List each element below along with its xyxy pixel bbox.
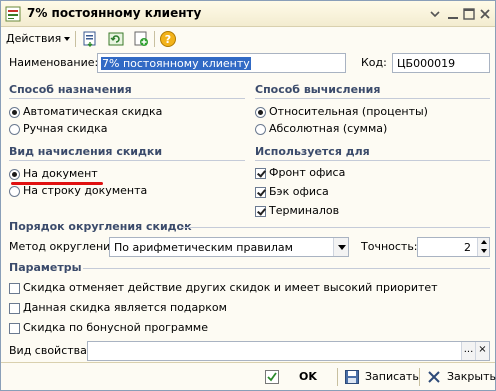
dropdown-arrow-icon[interactable] (333, 238, 348, 256)
precision-value: 2 (464, 241, 471, 254)
name-input[interactable]: 7% постоянному клиенту (97, 53, 346, 73)
radio-relative-percent[interactable] (255, 107, 266, 118)
close-label: Закрыть (447, 370, 496, 383)
window-menu-icon[interactable] (427, 6, 443, 22)
radio-absolute-sum[interactable] (255, 124, 266, 135)
ok-label: OK (299, 370, 317, 383)
spin-up-icon[interactable] (477, 238, 489, 247)
terminals-label: Терминалов (269, 204, 340, 217)
rounding-method-select[interactable]: По арифметическим правилам (109, 237, 349, 257)
section-divider (181, 227, 490, 228)
help-icon[interactable]: ? (159, 30, 177, 48)
ellipsis-label: ... (463, 344, 474, 355)
back-office-label: Бэк офиса (269, 185, 329, 198)
footer-separator (337, 368, 338, 386)
title-bar: 7% постоянному клиенту (1, 1, 495, 27)
section-divider (9, 98, 245, 99)
radio-on-document[interactable] (9, 169, 20, 180)
close-x-icon (428, 371, 440, 383)
close-button[interactable]: Закрыть (427, 367, 496, 387)
window-title: 7% постоянному клиенту (27, 6, 202, 20)
checkbox-terminals[interactable] (255, 206, 266, 217)
toolbar-separator (154, 31, 155, 47)
manual-discount-label: Ручная скидка (23, 122, 108, 135)
code-input[interactable]: ЦБ000019 (392, 53, 490, 73)
assign-method-title: Способ назначения (9, 83, 132, 96)
relative-percent-label: Относительная (проценты) (269, 105, 428, 118)
save-button[interactable]: Записать (345, 367, 419, 387)
accrual-type-title: Вид начисления скидки (9, 145, 163, 158)
section-divider (83, 268, 490, 269)
toolbar-separator (75, 31, 76, 47)
rounding-title: Порядок округления скидок (9, 220, 192, 233)
params-title: Параметры (9, 261, 82, 274)
section-divider (255, 98, 490, 99)
on-document-label: На документ (23, 167, 98, 180)
radio-auto-discount[interactable] (9, 107, 20, 118)
radio-on-document-line[interactable] (9, 186, 20, 197)
footer-separator (419, 368, 420, 386)
checkbox-overrides-other-discounts[interactable] (9, 283, 20, 294)
precision-input[interactable]: 2 (417, 237, 490, 257)
checkbox-front-office[interactable] (255, 168, 266, 179)
actions-label: Действия (6, 32, 62, 45)
svg-text:?: ? (165, 33, 171, 46)
code-label: Код: (361, 56, 387, 69)
save-floppy-icon (345, 370, 359, 384)
close-icon[interactable] (477, 6, 493, 22)
maximize-icon[interactable] (461, 6, 477, 22)
section-divider (255, 160, 490, 161)
bonus-program-label: Скидка по бонусной программе (23, 321, 208, 334)
save-to-parent-icon[interactable] (81, 30, 99, 48)
refresh-icon[interactable] (107, 30, 125, 48)
radio-manual-discount[interactable] (9, 124, 20, 135)
minimize-icon[interactable] (445, 6, 461, 22)
is-gift-label: Данная скидка является подарком (23, 301, 227, 314)
ok-check-icon (265, 370, 279, 384)
checkbox-back-office[interactable] (255, 187, 266, 198)
add-copy-icon[interactable] (132, 30, 150, 48)
actions-menu[interactable]: Действия (6, 30, 71, 48)
front-office-label: Фронт офиса (269, 166, 346, 179)
clear-button[interactable]: × (475, 342, 489, 360)
select-button[interactable]: ... (461, 342, 475, 360)
code-value: ЦБ000019 (397, 57, 456, 70)
chevron-down-icon (64, 37, 71, 41)
clear-label: × (478, 344, 487, 355)
1c-app-icon (5, 6, 21, 22)
section-divider (9, 160, 245, 161)
calc-method-title: Способ вычисления (255, 83, 381, 96)
absolute-sum-label: Абсолютная (сумма) (269, 122, 388, 135)
checkbox-bonus-program[interactable] (9, 323, 20, 334)
rounding-method-label: Метод округления: (9, 240, 121, 253)
on-document-line-label: На строку документа (23, 184, 148, 197)
precision-label: Точность: (361, 240, 418, 253)
property-kind-label: Вид свойства: (9, 344, 91, 357)
dialog-window: 7% постоянному клиенту Действия ? Наимен… (0, 0, 496, 391)
property-kind-input[interactable]: ... × (87, 341, 490, 361)
overrides-other-discounts-label: Скидка отменяет действие других скидок и… (23, 281, 438, 294)
ok-button[interactable]: OK (265, 367, 321, 387)
toolbar: Действия ? (1, 27, 495, 51)
rounding-method-value: По арифметическим правилам (114, 241, 293, 254)
checkbox-is-gift[interactable] (9, 303, 20, 314)
spin-down-icon[interactable] (477, 247, 489, 256)
auto-discount-label: Автоматическая скидка (23, 105, 163, 118)
used-for-title: Используется для (255, 145, 370, 158)
footer-divider (1, 362, 495, 363)
save-label: Записать (365, 370, 419, 383)
name-label: Наименование: (9, 56, 99, 69)
name-value: 7% постоянному клиенту (101, 57, 251, 70)
